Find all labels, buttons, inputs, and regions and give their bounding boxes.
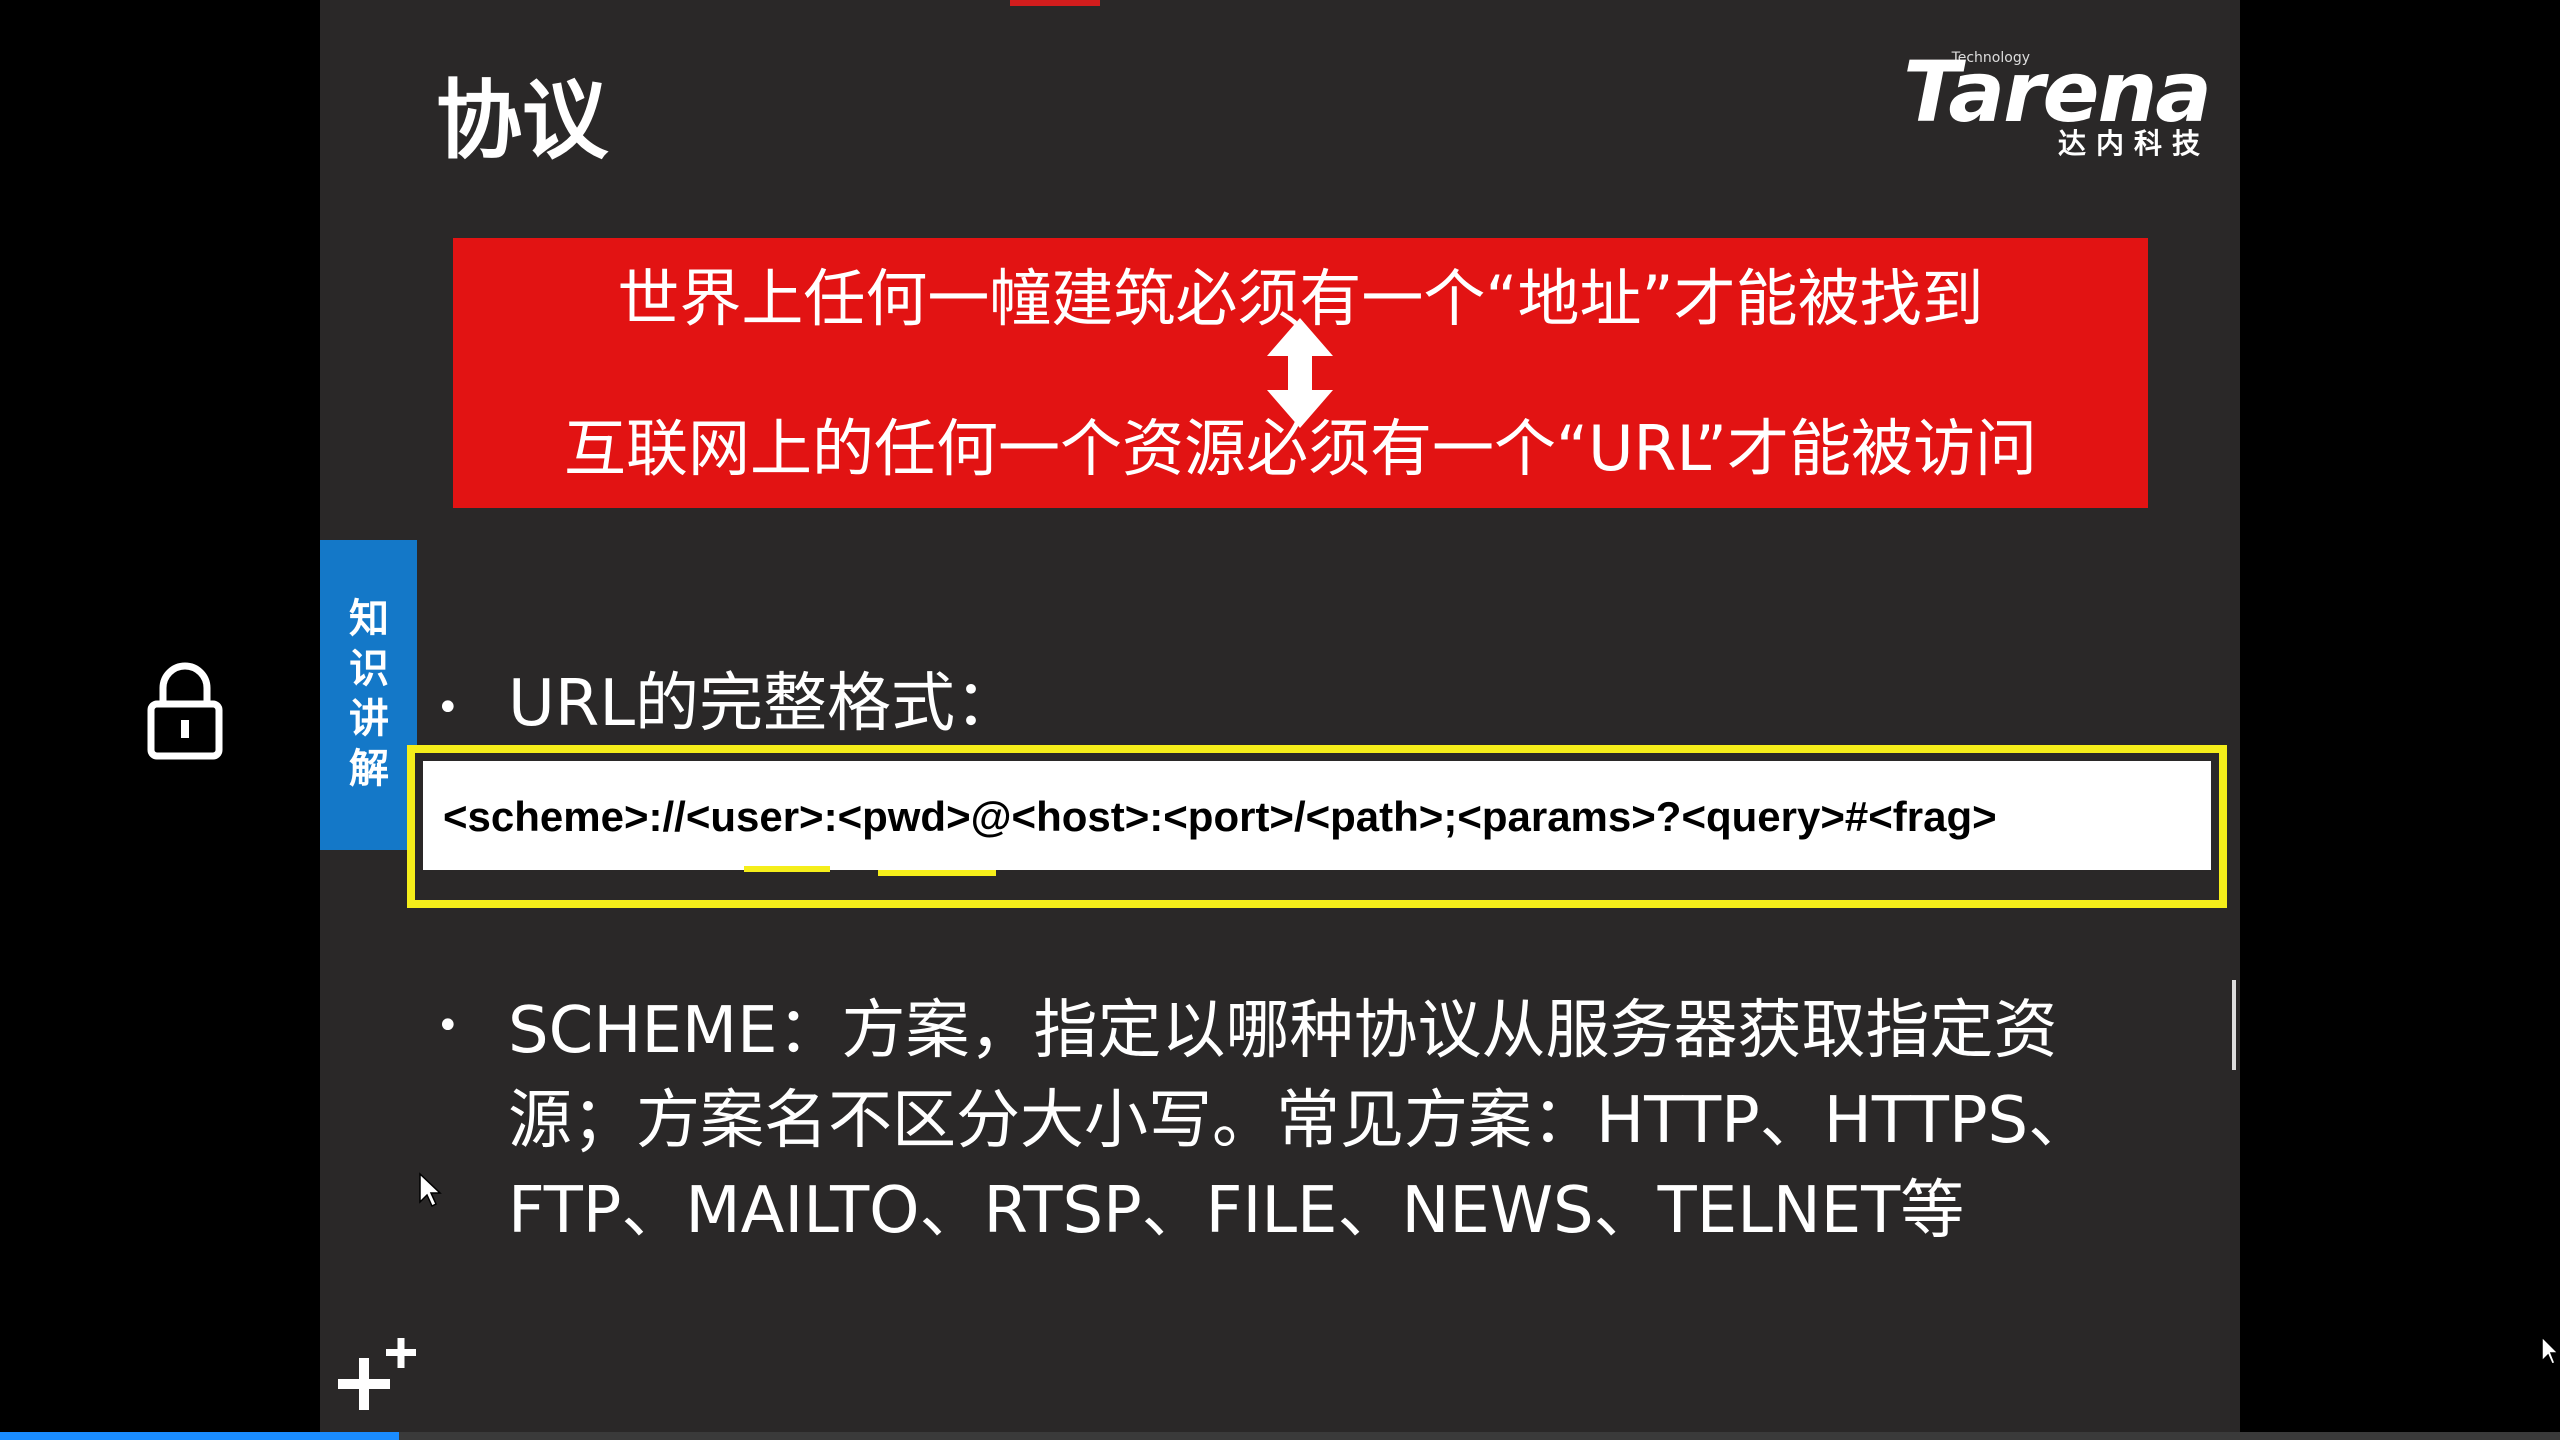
logo-wordmark: Tarena xyxy=(1903,43,2212,141)
knowledge-tab: 知识讲解 xyxy=(320,540,417,850)
top-accent-mark xyxy=(1010,0,1100,6)
bullet-marker: • xyxy=(436,1003,460,1049)
playback-progress-fill xyxy=(0,1432,400,1440)
lock-icon[interactable] xyxy=(145,660,225,760)
playback-progress-bar[interactable] xyxy=(0,1432,2560,1440)
url-format-panel: <scheme>://<user>:<pwd>@<host>:<port>/<p… xyxy=(423,761,2211,870)
logo-chinese-name: 达内科技 xyxy=(2057,127,2210,160)
url-format-text: <scheme>://<user>:<pwd>@<host>:<port>/<p… xyxy=(443,793,1997,840)
add-sparkle-icon[interactable] xyxy=(330,1335,420,1425)
pwd-underline xyxy=(878,870,996,876)
analogy-banner: 世界上任何一幢建筑必须有一个“地址”才能被找到 互联网上的任何一个资源必须有一个… xyxy=(453,238,2148,508)
user-underline xyxy=(744,866,830,872)
knowledge-tab-label: 知识讲解 xyxy=(349,596,389,792)
url-format-heading: URL的完整格式： xyxy=(508,667,1019,741)
slide-title: 协议 xyxy=(436,71,608,171)
bullet-marker: • xyxy=(436,685,460,731)
scheme-description: SCHEME：方案，指定以哪种协议从服务器获取指定资源；方案名不区分大小写。常见… xyxy=(508,994,2093,1248)
analogy-line-url: 互联网上的任何一个资源必须有一个“URL”才能被访问 xyxy=(564,412,2037,485)
mouse-pointer-icon xyxy=(419,1172,442,1208)
text-cursor xyxy=(2232,980,2236,1070)
video-player[interactable]: 协议 Technology Tarena 达内科技 世界上任何一幢建筑必须有一个… xyxy=(0,0,2560,1440)
mouse-pointer-icon xyxy=(2541,1335,2560,1365)
url-format-box: <scheme>://<user>:<pwd>@<host>:<port>/<p… xyxy=(407,745,2227,908)
presentation-slide: 协议 Technology Tarena 达内科技 世界上任何一幢建筑必须有一个… xyxy=(320,0,2240,1440)
tarena-logo: Technology Tarena 达内科技 xyxy=(1880,43,2212,166)
